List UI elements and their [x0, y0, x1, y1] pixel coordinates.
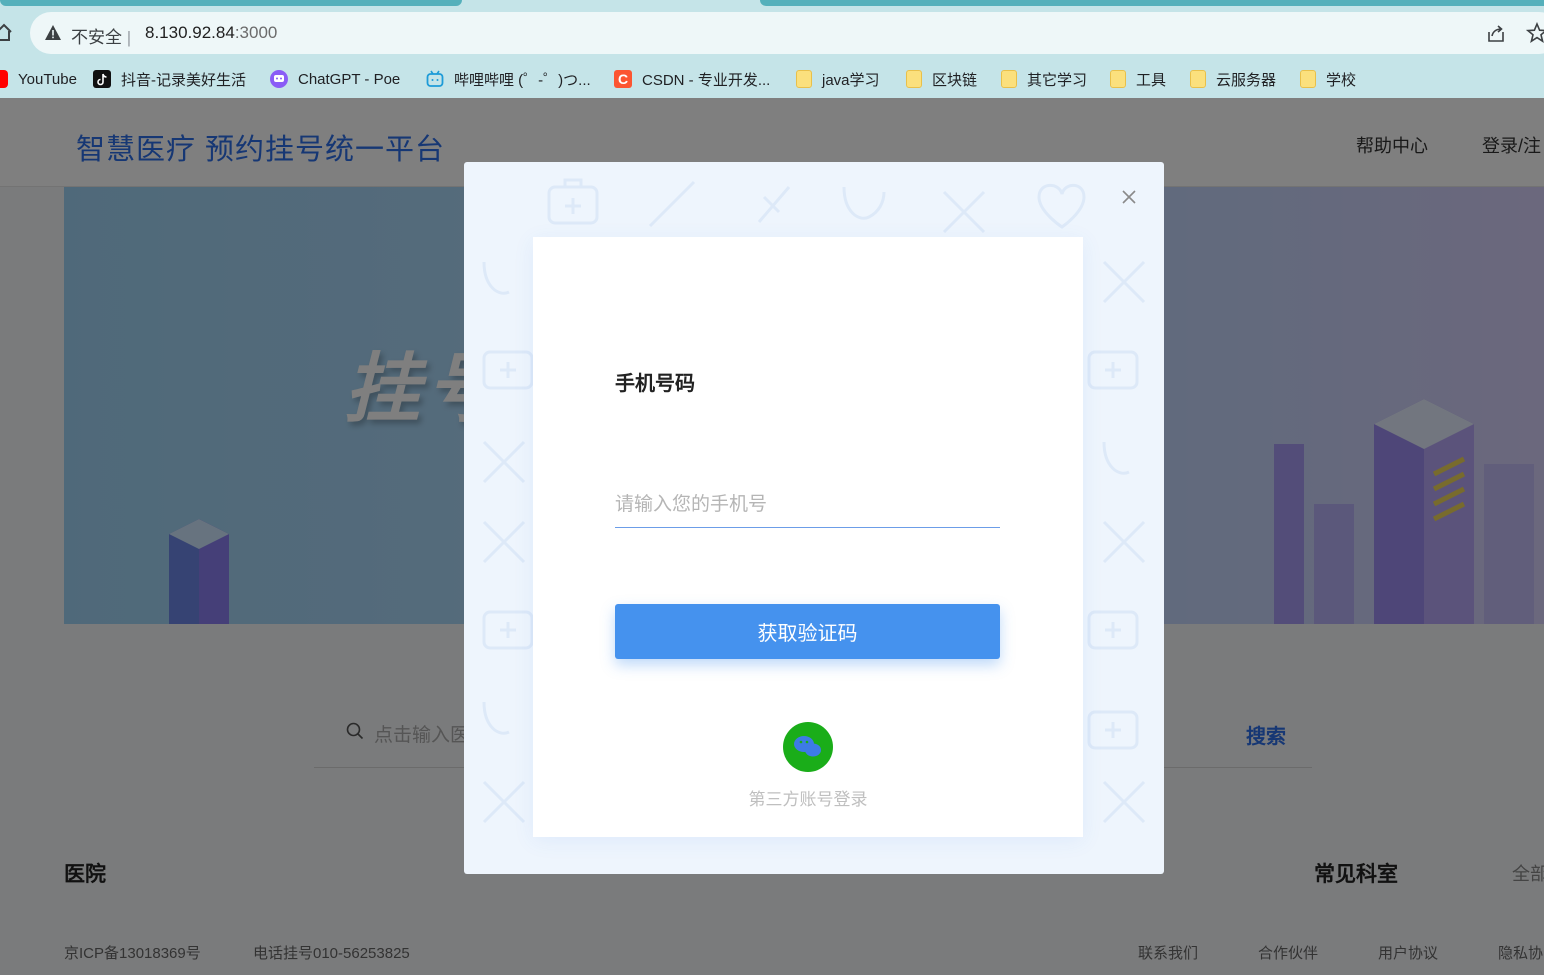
- browser-toolbar: 不安全 | 8.130.92.84:3000: [0, 6, 1544, 60]
- url-text[interactable]: 8.130.92.84:3000: [145, 23, 277, 43]
- folder-icon: [1001, 70, 1017, 88]
- folder-icon: [1190, 70, 1206, 88]
- bookmark-label: ChatGPT - Poe: [298, 70, 401, 88]
- share-icon[interactable]: [1486, 24, 1506, 44]
- bookmark-label: java学习: [822, 71, 880, 89]
- bilibili-icon: [426, 70, 444, 88]
- get-verification-code-button[interactable]: 获取验证码: [615, 604, 1000, 659]
- bookmark-label: CSDN - 专业开发...: [642, 71, 771, 89]
- folder-icon: [796, 70, 812, 88]
- bookmark-label: 其它学习: [1027, 71, 1088, 89]
- phone-field-label: 手机号码: [615, 373, 695, 395]
- close-icon[interactable]: [1120, 188, 1138, 206]
- csdn-icon: C: [614, 70, 632, 88]
- login-dialog: 手机号码 获取验证码 第三方账号登录: [464, 162, 1164, 874]
- bookmark-folder-cloud[interactable]: 云服务器: [1190, 68, 1276, 90]
- third-party-login-label: 第三方账号登录: [748, 790, 868, 809]
- bookmark-folder-blockchain[interactable]: 区块链: [906, 68, 977, 90]
- folder-icon: [906, 70, 922, 88]
- bookmark-folder-school[interactable]: 学校: [1300, 68, 1356, 90]
- bookmark-label: 云服务器: [1216, 71, 1277, 89]
- bookmark-douyin[interactable]: 抖音-记录美好生活: [93, 68, 246, 90]
- folder-icon: [1300, 70, 1316, 88]
- bookmark-folder-other[interactable]: 其它学习: [1001, 68, 1087, 90]
- bookmark-label: 学校: [1326, 71, 1357, 89]
- bookmark-star-icon[interactable]: [1526, 22, 1544, 44]
- bookmark-csdn[interactable]: C CSDN - 专业开发...: [614, 68, 770, 90]
- bookmark-bilibili[interactable]: 哔哩哔哩 (゜-゜)つ...: [426, 68, 591, 90]
- bookmark-label: 工具: [1136, 71, 1167, 89]
- poe-icon: [270, 70, 288, 88]
- youtube-icon: [0, 70, 8, 88]
- bookmark-label: YouTube: [18, 70, 77, 88]
- phone-number-input[interactable]: [615, 483, 1000, 528]
- bookmark-youtube[interactable]: YouTube: [0, 68, 77, 90]
- warning-icon[interactable]: [44, 24, 62, 42]
- bookmark-poe[interactable]: ChatGPT - Poe: [270, 68, 400, 90]
- bookmark-folder-tools[interactable]: 工具: [1110, 68, 1166, 90]
- address-bar[interactable]: 不安全 | 8.130.92.84:3000: [30, 12, 1544, 54]
- folder-icon: [1110, 70, 1126, 88]
- bookmark-folder-java[interactable]: java学习: [796, 68, 880, 90]
- tiktok-icon: [93, 70, 111, 88]
- bookmark-label: 抖音-记录美好生活: [121, 71, 246, 89]
- bookmark-label: 哔哩哔哩 (゜-゜)つ...: [454, 71, 591, 89]
- login-card: 手机号码 获取验证码 第三方账号登录: [533, 237, 1083, 837]
- bookmarks-bar: YouTube 抖音-记录美好生活 ChatGPT - Poe 哔哩哔哩 (゜-…: [0, 60, 1544, 98]
- security-status[interactable]: 不安全 |: [71, 23, 131, 48]
- home-icon[interactable]: [0, 22, 12, 42]
- bookmark-label: 区块链: [932, 71, 978, 89]
- wechat-icon[interactable]: [783, 722, 833, 772]
